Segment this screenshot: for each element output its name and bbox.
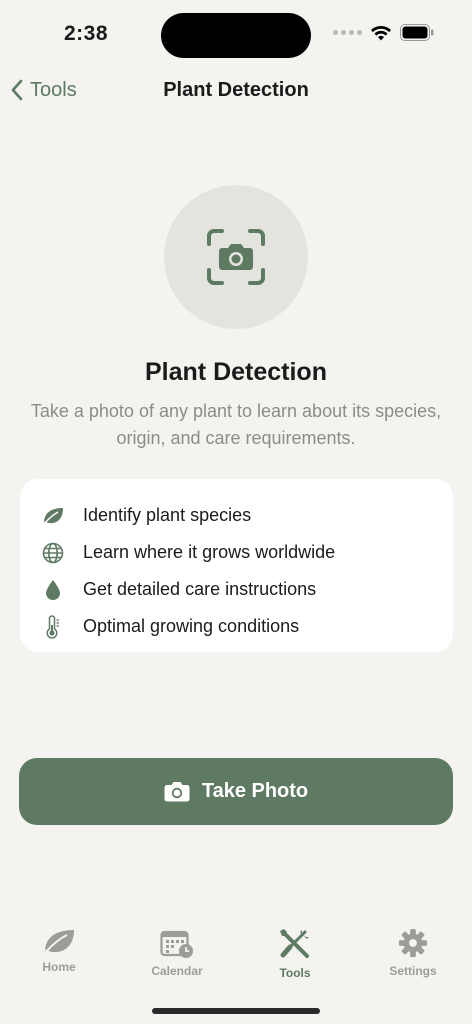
camera-viewfinder-icon [207, 229, 265, 285]
status-time: 2:38 [64, 22, 109, 45]
hero-description: Take a photo of any plant to learn about… [30, 401, 442, 448]
wifi-icon [371, 25, 391, 40]
tab-tools[interactable]: Tools [236, 928, 354, 988]
globe-icon [40, 540, 66, 566]
feature-label: Learn where it grows worldwide [83, 542, 336, 562]
nav-title: Plant Detection [163, 79, 309, 101]
hero-title: Plant Detection [145, 358, 327, 386]
tab-bar: Home Calendar Tools Settings [0, 928, 472, 988]
tab-calendar[interactable]: Calendar [118, 928, 236, 988]
tab-label: Home [42, 960, 76, 974]
gear-icon [398, 928, 428, 958]
status-indicators [333, 24, 434, 41]
leaf-icon [40, 503, 66, 529]
home-indicator [152, 1008, 320, 1014]
tab-label: Calendar [151, 964, 203, 978]
leaf-icon [45, 930, 74, 953]
tools-icon [280, 929, 309, 958]
features-card: Identify plant species Learn where it gr… [20, 479, 453, 652]
water-drop-icon [40, 577, 66, 603]
battery-icon [400, 24, 434, 41]
thermometer-icon [40, 614, 66, 640]
feature-item: Learn where it grows worldwide [40, 534, 453, 571]
plant-detection-screen: 2:38 Tools Plant Detection Plant Detecti… [0, 0, 472, 1024]
feature-item: Identify plant species [40, 497, 453, 534]
tab-settings[interactable]: Settings [354, 928, 472, 988]
dynamic-island [161, 13, 311, 58]
feature-label: Get detailed care instructions [83, 579, 317, 599]
camera-icon [164, 782, 190, 802]
feature-label: Identify plant species [83, 505, 252, 525]
feature-label: Optimal growing conditions [83, 616, 300, 636]
take-photo-label: Take Photo [201, 780, 309, 802]
tab-home[interactable]: Home [0, 928, 118, 988]
cellular-signal-icon [333, 30, 362, 35]
tab-label: Tools [279, 966, 311, 980]
calendar-icon [160, 930, 193, 958]
take-photo-button[interactable]: Take Photo [19, 758, 453, 825]
feature-item: Get detailed care instructions [40, 571, 453, 608]
camera-scan-badge [164, 185, 308, 329]
tab-label: Settings [389, 964, 437, 978]
feature-item: Optimal growing conditions [40, 608, 453, 645]
